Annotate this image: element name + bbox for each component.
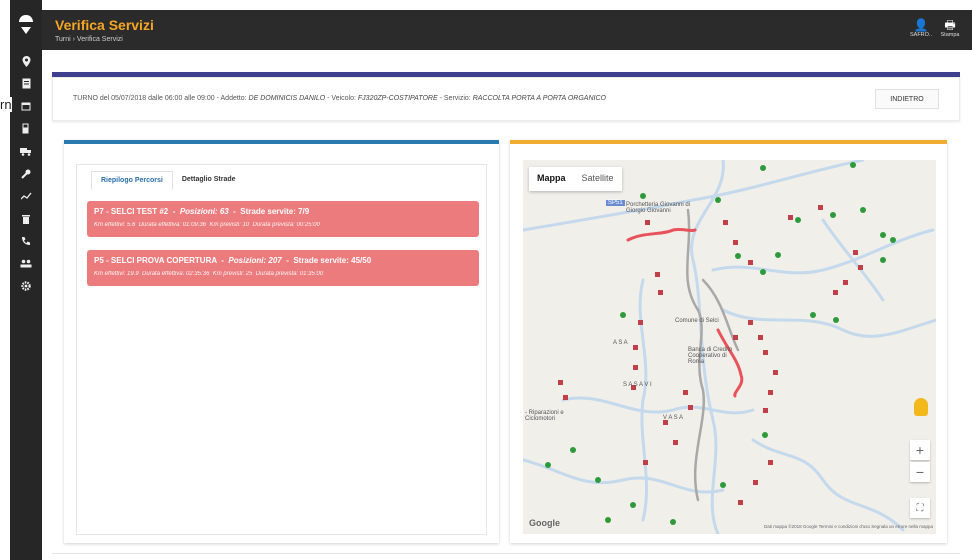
map-label: S A S A V I <box>623 382 652 388</box>
fuel-icon[interactable] <box>10 118 42 141</box>
routes-panel: Riepilogo Percorsi Dettaglio Strade P7 -… <box>64 140 499 543</box>
truck-icon[interactable] <box>10 140 42 163</box>
shift-info-bar: TURNO del 05/07/2018 dalle 06:00 alle 09… <box>52 77 960 121</box>
map-label: A S A <box>613 340 628 346</box>
route-stats: Km effettivi: 19.9 Durata effettiva: 02:… <box>94 271 324 277</box>
zoom-out-button[interactable]: − <box>910 462 930 482</box>
route-title: P7 - SELCI TEST #2 - Posizioni: 63 - Str… <box>94 207 310 216</box>
map-type-control: Mappa Satellite <box>529 167 622 191</box>
map-type-satellite[interactable]: Satellite <box>574 167 622 191</box>
road-sign: SP51 <box>606 200 625 206</box>
gear-icon[interactable] <box>10 275 42 298</box>
user-button[interactable]: 👤 SAFRO.. <box>908 18 934 38</box>
map-label: Porchetteria Giovanni di Giorgio Giovann… <box>626 202 691 214</box>
print-icon: 🖶 <box>944 18 956 32</box>
map-label: Banca di Credito Cooperativo di Roma <box>688 347 733 365</box>
document-icon[interactable] <box>10 73 42 96</box>
tab-bar: Riepilogo Percorsi Dettaglio Strade <box>91 171 245 190</box>
pegman-icon[interactable] <box>914 398 928 416</box>
map-footer[interactable]: Dati mappa ©2018 Google Termini e condiz… <box>764 524 933 529</box>
google-logo: Google <box>529 518 560 528</box>
wrench-icon[interactable] <box>10 163 42 186</box>
shift-addetto: DE DOMINICIS DANILO <box>248 95 326 102</box>
map-panel: Porchetteria Giovanni di Giorgio Giovann… <box>510 140 947 543</box>
tab-dettaglio-strade[interactable]: Dettaglio Strade <box>173 171 245 190</box>
route-title: P5 - SELCI PROVA COPERTURA - Posizioni: … <box>94 256 372 265</box>
shift-veicolo: FJ320ZP-COSTIPATORE <box>357 95 438 102</box>
bottom-divider <box>52 553 960 554</box>
fullscreen-icon[interactable]: ⛶ <box>910 498 930 518</box>
shift-info-text: TURNO del 05/07/2018 dalle 06:00 alle 09… <box>73 95 606 102</box>
route-item[interactable]: P5 - SELCI PROVA COPERTURA - Posizioni: … <box>87 250 479 286</box>
tab-riepilogo-percorsi[interactable]: Riepilogo Percorsi <box>91 171 173 190</box>
map-label: Comune di Selci <box>675 318 719 324</box>
app-logo[interactable] <box>10 0 42 50</box>
sidebar <box>10 0 42 560</box>
chart-icon[interactable] <box>10 185 42 208</box>
user-icon: 👤 <box>913 18 929 32</box>
breadcrumb[interactable]: Turni › Verifica Servizi <box>55 36 123 43</box>
page-title: Verifica Servizi <box>55 17 154 33</box>
zoom-in-button[interactable]: + <box>910 440 930 460</box>
route-stats: Km effettivi: 5.6 Durata effettiva: 01:0… <box>94 222 320 228</box>
print-label: Stampa <box>940 32 960 38</box>
top-bar: Verifica Servizi Turni › Verifica Serviz… <box>42 10 972 50</box>
user-label: SAFRO.. <box>909 32 932 38</box>
map-label: - Riparazioni e Ciclomotori <box>525 410 564 422</box>
map-type-mappa[interactable]: Mappa <box>529 167 574 191</box>
shift-date: TURNO del 05/07/2018 dalle 06:00 alle 09… <box>73 95 215 102</box>
trash-icon[interactable] <box>10 208 42 231</box>
print-button[interactable]: 🖶 Stampa <box>937 18 963 38</box>
users-icon[interactable] <box>10 253 42 276</box>
calendar-icon[interactable] <box>10 95 42 118</box>
phone-icon[interactable] <box>10 230 42 253</box>
map-label: V A S A <box>663 415 684 421</box>
routes-card: Riepilogo Percorsi Dettaglio Strade P7 -… <box>76 164 487 535</box>
map-view[interactable]: Porchetteria Giovanni di Giorgio Giovann… <box>523 160 936 534</box>
map-pin-icon[interactable] <box>10 50 42 73</box>
stray-text: rn <box>0 97 12 112</box>
back-button[interactable]: INDIETRO <box>875 89 939 109</box>
route-item[interactable]: P7 - SELCI TEST #2 - Posizioni: 63 - Str… <box>87 201 479 237</box>
shift-servizio: RACCOLTA PORTA A PORTA ORGANICO <box>472 95 606 102</box>
